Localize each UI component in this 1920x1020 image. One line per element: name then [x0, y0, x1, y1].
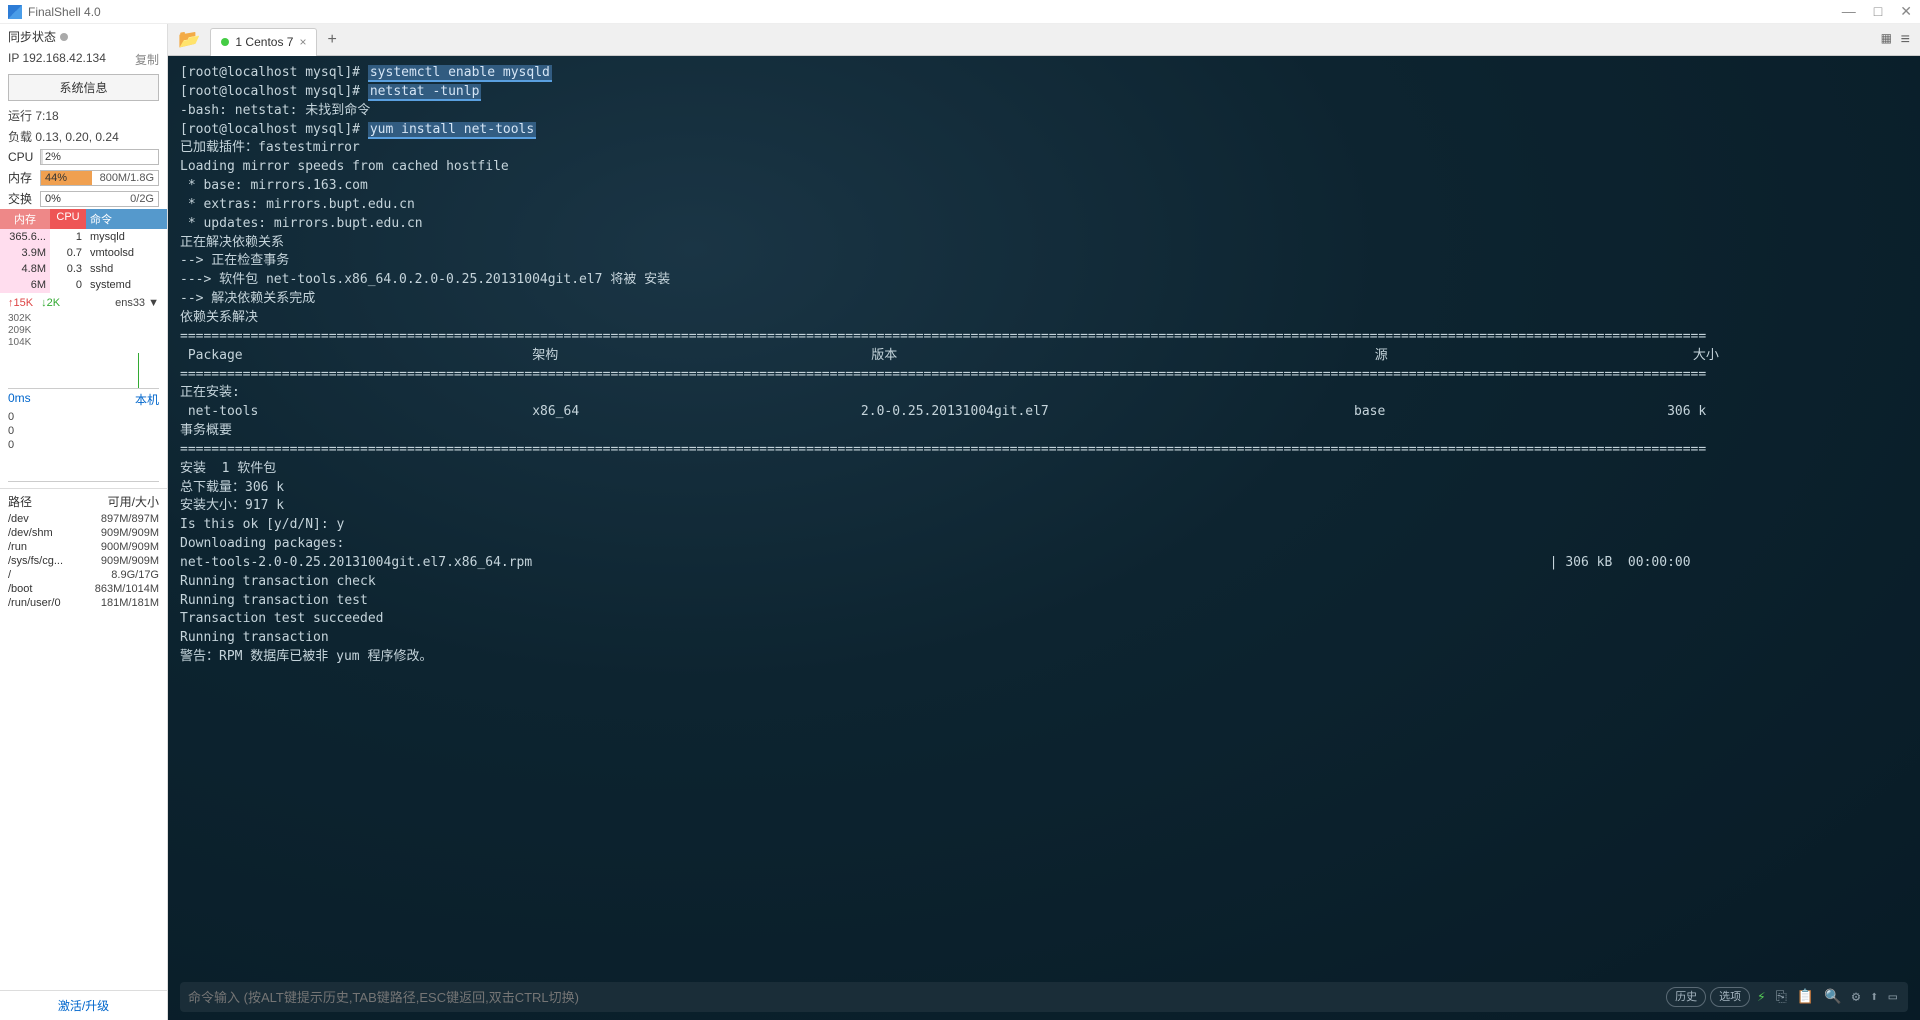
swap-value: 0/2G [130, 192, 154, 206]
load-avg: 负载 0.13, 0.20, 0.24 [0, 126, 167, 147]
titlebar: FinalShell 4.0 — □ ✕ [0, 0, 1920, 24]
stat-zero: 0 [0, 424, 167, 438]
bolt-icon[interactable]: ⚡ [1754, 987, 1768, 1007]
mem-label: 内存 [8, 169, 36, 186]
minimize-button[interactable]: — [1842, 3, 1856, 20]
memory-metric: 内存 44% 800M/1.8G [0, 167, 167, 188]
options-button[interactable]: 选项 [1710, 987, 1750, 1007]
latency-chart [8, 452, 159, 482]
ip-address: IP 192.168.42.134 [8, 51, 106, 68]
menu-icon[interactable] [1901, 31, 1910, 49]
net-upload: ↑15K [8, 297, 33, 309]
disk-row[interactable]: /dev/shm909M/909M [0, 526, 167, 540]
disk-row[interactable]: /8.9G/17G [0, 568, 167, 582]
sync-dot-icon [60, 33, 68, 41]
disk-row[interactable]: /dev897M/897M [0, 512, 167, 526]
interface-select[interactable]: ens33 ▼ [115, 297, 159, 309]
upload-icon[interactable]: ⬆ [1867, 987, 1881, 1007]
activate-upgrade-button[interactable]: 激活/升级 [0, 990, 167, 1020]
disk-row[interactable]: /run/user/0181M/181M [0, 596, 167, 610]
status-dot-icon [221, 38, 229, 46]
latency-host[interactable]: 本机 [135, 391, 159, 408]
app-logo-icon [8, 5, 22, 19]
process-row[interactable]: 4.8M0.3sshd [0, 261, 167, 277]
window-title: FinalShell 4.0 [28, 5, 1842, 19]
cpu-label: CPU [8, 150, 36, 164]
disk-row[interactable]: /boot863M/1014M [0, 582, 167, 596]
col-size[interactable]: 可用/大小 [108, 493, 159, 510]
swap-label: 交换 [8, 190, 36, 207]
sync-status: 同步状态 [0, 24, 167, 49]
process-row[interactable]: 3.9M0.7vmtoolsd [0, 245, 167, 261]
disk-row[interactable]: /run900M/909M [0, 540, 167, 554]
add-tab-button[interactable]: + [317, 31, 346, 49]
folder-icon[interactable]: 📂 [168, 29, 210, 50]
tab-label: 1 Centos 7 [235, 35, 293, 49]
mem-percent: 44% [45, 171, 67, 185]
terminal[interactable]: [root@localhost mysql]# systemctl enable… [168, 56, 1920, 1020]
uptime: 运行 7:18 [0, 105, 167, 126]
col-mem[interactable]: 内存 [0, 209, 50, 229]
window-controls: — □ ✕ [1842, 3, 1912, 20]
settings-icon[interactable]: ⚙ [1849, 987, 1863, 1007]
sidebar: 同步状态 IP 192.168.42.134 复制 系统信息 运行 7:18 负… [0, 24, 168, 1020]
chart-scale: 209K [0, 325, 167, 337]
fullscreen-icon[interactable]: ▭ [1886, 987, 1900, 1007]
process-row[interactable]: 365.6...1mysqld [0, 229, 167, 245]
copy-ip-button[interactable]: 复制 [135, 51, 159, 68]
tab-close-button[interactable]: × [299, 35, 306, 49]
cpu-metric: CPU 2% [0, 147, 167, 167]
search-icon[interactable]: 🔍 [1821, 987, 1844, 1007]
copy-icon[interactable]: ⎘ [1773, 987, 1790, 1007]
col-cpu[interactable]: CPU [50, 209, 86, 229]
col-cmd[interactable]: 命令 [86, 209, 167, 229]
paste-icon[interactable]: 📋 [1794, 987, 1817, 1007]
history-button[interactable]: 历史 [1666, 987, 1706, 1007]
col-path[interactable]: 路径 [8, 493, 108, 510]
layout-grid-icon[interactable] [1881, 31, 1895, 45]
chart-scale: 104K [0, 337, 167, 349]
sync-label: 同步状态 [8, 28, 56, 45]
swap-metric: 交换 0% 0/2G [0, 188, 167, 209]
net-download: ↓2K [41, 297, 60, 309]
network-chart [8, 349, 159, 389]
process-row[interactable]: 6M0systemd [0, 277, 167, 293]
disk-row[interactable]: /sys/fs/cg...909M/909M [0, 554, 167, 568]
cpu-percent: 2% [45, 150, 61, 164]
process-table-header: 内存 CPU 命令 [0, 209, 167, 229]
command-input-bar: 历史 选项 ⚡ ⎘ 📋 🔍 ⚙ ⬆ ▭ [180, 982, 1908, 1012]
stat-zero: 0 [0, 438, 167, 452]
disk-table-header: 路径 可用/大小 [0, 488, 167, 512]
network-stats: ↑15K ↓2K ens33 ▼ [0, 293, 167, 313]
chart-scale: 302K [0, 313, 167, 325]
tab-bar: 📂 1 Centos 7 × + [168, 24, 1920, 56]
swap-percent: 0% [45, 192, 61, 206]
latency-ms: 0ms [8, 391, 31, 408]
content-area: 📂 1 Centos 7 × + [root@localhost mysql]#… [168, 24, 1920, 1020]
command-input[interactable] [188, 990, 1666, 1005]
tab-active[interactable]: 1 Centos 7 × [210, 28, 317, 56]
maximize-button[interactable]: □ [1874, 3, 1882, 20]
close-button[interactable]: ✕ [1900, 3, 1912, 20]
system-info-button[interactable]: 系统信息 [8, 74, 159, 101]
stat-zero: 0 [0, 410, 167, 424]
mem-value: 800M/1.8G [100, 171, 154, 185]
